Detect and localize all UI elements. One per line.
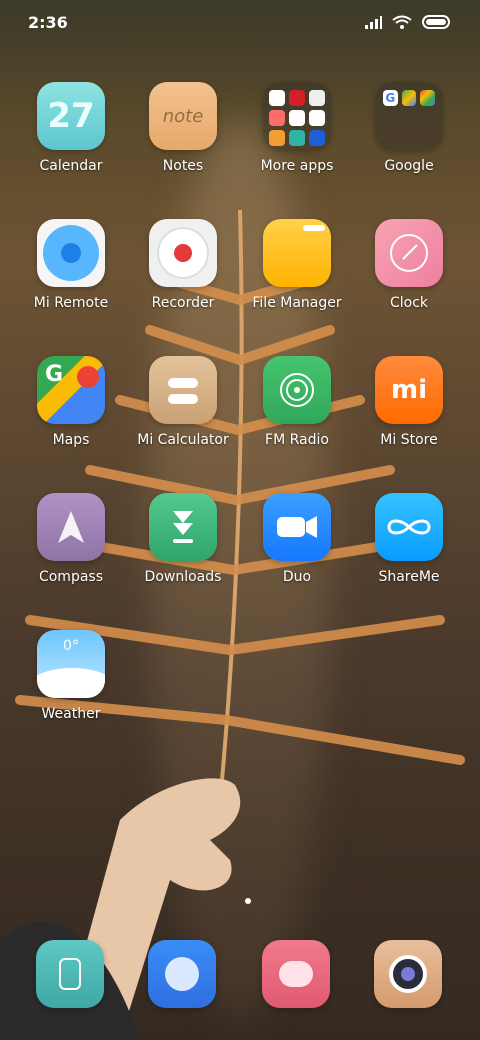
app-weather[interactable]: 0° Weather [16, 630, 126, 722]
weather-icon: 0° [37, 630, 105, 698]
app-label: Calendar [39, 158, 103, 174]
app-label: File Manager [252, 295, 342, 311]
app-label: FM Radio [265, 432, 329, 448]
app-label: ShareMe [378, 569, 440, 585]
status-icons [364, 15, 452, 29]
clock-time: 2:36 [28, 12, 68, 32]
video-icon [263, 493, 331, 561]
compass-arrow-icon [58, 511, 84, 543]
app-calendar[interactable]: 27 Calendar [16, 82, 126, 174]
calculator-icon [149, 356, 217, 424]
mi-video-icon [269, 110, 285, 126]
signal-icon [365, 16, 382, 29]
app-mi-remote[interactable]: Mi Remote [16, 219, 126, 311]
app-shareme[interactable]: ShareMe [354, 493, 464, 585]
folder-icon [263, 219, 331, 287]
download-arrow-icon [173, 511, 193, 543]
app-label: Mi Store [380, 432, 438, 448]
mi-credit-icon [309, 110, 325, 126]
cloud-shape [37, 668, 105, 698]
netflix-icon [289, 90, 305, 106]
phone-icon[interactable] [36, 940, 104, 1008]
app-folder-more-apps[interactable]: More apps [242, 82, 352, 174]
store-icon: mi [375, 356, 443, 424]
app-label: Notes [162, 158, 204, 174]
app-label: Downloads [144, 569, 222, 585]
photos-icon [420, 90, 436, 106]
google-icon: G [383, 90, 398, 106]
radio-icon [263, 356, 331, 424]
status-bar: 2:36 [0, 0, 480, 44]
clock-icon [375, 219, 443, 287]
app-label: Maps [52, 432, 90, 448]
app-maps[interactable]: G Maps [16, 356, 126, 448]
app-recorder[interactable]: Recorder [128, 219, 238, 311]
messages-icon[interactable] [262, 940, 330, 1008]
camera-icon[interactable] [374, 940, 442, 1008]
dock [0, 940, 480, 1010]
recorder-icon [149, 219, 217, 287]
clock-hands-icon [390, 234, 428, 272]
folder-icon: G [375, 82, 443, 150]
mi-pay-icon [309, 130, 325, 146]
battery-icon [422, 15, 450, 29]
app-label: Clock [389, 295, 429, 311]
camera-video-icon [277, 516, 317, 538]
app-file-manager[interactable]: File Manager [242, 219, 352, 311]
radio-waves-icon [280, 373, 314, 407]
app-compass[interactable]: Compass [16, 493, 126, 585]
calendar-icon: 27 [37, 82, 105, 150]
folder-icon [263, 82, 331, 150]
app-label: Google [384, 158, 434, 174]
app-label: Recorder [151, 295, 215, 311]
share-icon [375, 493, 443, 561]
app-clock[interactable]: Clock [354, 219, 464, 311]
app-label: Mi Remote [33, 295, 109, 311]
app-notes[interactable]: note Notes [128, 82, 238, 174]
wifi-icon [392, 15, 412, 29]
page-indicator [245, 898, 251, 904]
maps-icon: G [37, 356, 105, 424]
app-fm-radio[interactable]: FM Radio [242, 356, 352, 448]
game-icon [269, 130, 285, 146]
app-label: More apps [260, 158, 334, 174]
app-folder-google[interactable]: G Google [354, 82, 464, 174]
app-duo[interactable]: Duo [242, 493, 352, 585]
app-label: Duo [282, 569, 312, 585]
infinity-icon [387, 519, 431, 535]
app-mi-calculator[interactable]: Mi Calculator [128, 356, 238, 448]
apps-icon [289, 130, 305, 146]
photos-icon [309, 90, 325, 106]
drive-icon [401, 90, 417, 106]
app-label: Compass [38, 569, 104, 585]
compass-icon [37, 493, 105, 561]
netflix-alt-icon [289, 110, 305, 126]
app-mi-store[interactable]: mi Mi Store [354, 356, 464, 448]
download-icon [149, 493, 217, 561]
remote-icon [37, 219, 105, 287]
app-label: Weather [41, 706, 101, 722]
browser-icon[interactable] [148, 940, 216, 1008]
wps-icon [269, 90, 285, 106]
notes-icon: note [149, 82, 217, 150]
app-label: Mi Calculator [137, 432, 229, 448]
app-downloads[interactable]: Downloads [128, 493, 238, 585]
